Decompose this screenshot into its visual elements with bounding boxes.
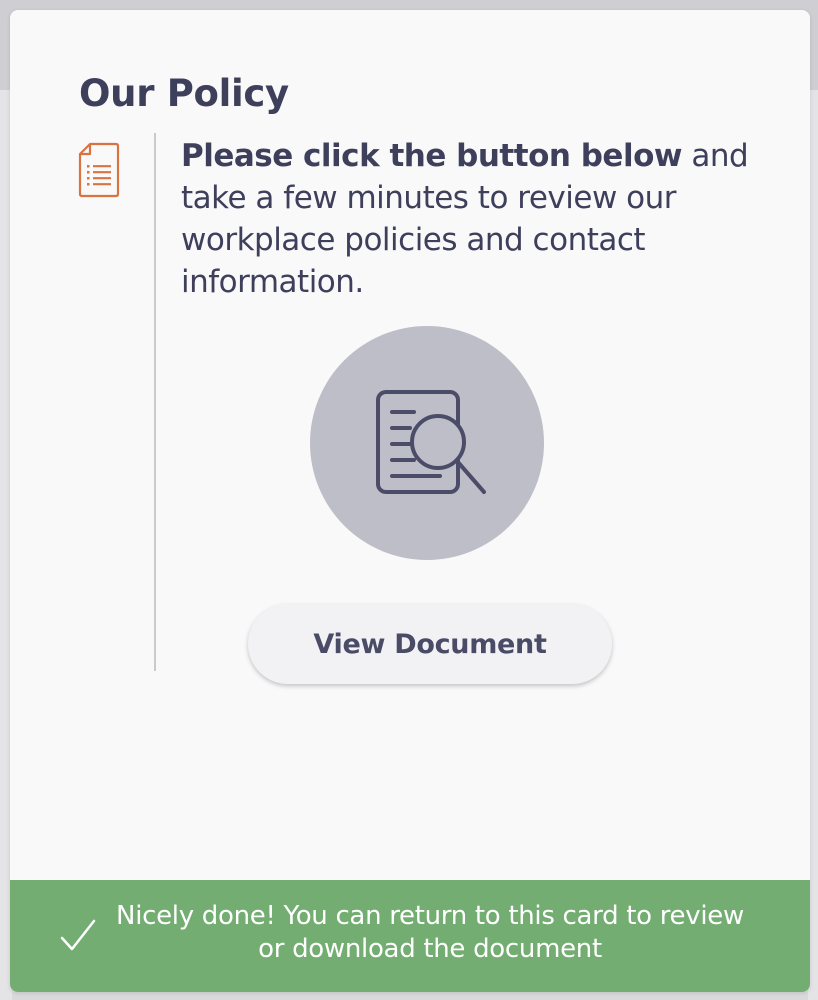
toast-message: Nicely done! You can return to this card… — [116, 901, 744, 964]
document-list-icon — [78, 142, 120, 198]
policy-card: Our Policy Please click the button below… — [10, 10, 810, 992]
document-search-icon — [376, 390, 486, 494]
hero-illustration — [310, 326, 544, 560]
intro-bold-text: Please click the button below — [181, 138, 683, 174]
card-title: Our Policy — [79, 72, 289, 115]
check-icon — [60, 919, 96, 951]
section-divider — [154, 133, 156, 671]
success-toast: Nicely done! You can return to this card… — [10, 880, 810, 992]
view-document-button[interactable]: View Document — [248, 604, 612, 684]
intro-text: Please click the button below and take a… — [181, 135, 771, 303]
